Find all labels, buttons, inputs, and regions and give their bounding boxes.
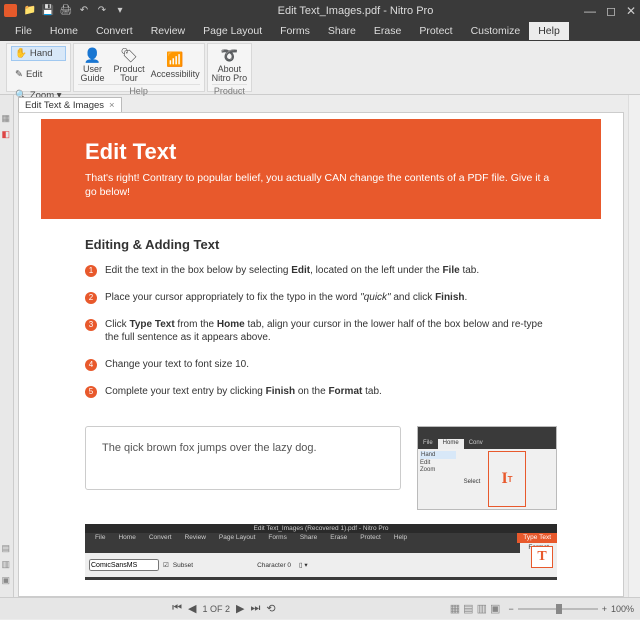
step-text: Complete your text entry by clicking Fin… <box>105 385 382 398</box>
app-icon <box>4 4 17 17</box>
about-button[interactable]: ➰About Nitro Pro <box>212 46 248 84</box>
hero-subtitle: That's right! Contrary to popular belief… <box>85 171 561 199</box>
step-number: 3 <box>85 319 97 331</box>
redo-icon[interactable]: ↷ <box>95 4 109 18</box>
next-page-button[interactable]: ▶ <box>236 602 244 615</box>
undo-icon[interactable]: ↶ <box>77 4 91 18</box>
instruction-step: 3 Click Type Text from the Home tab, alig… <box>85 318 557 344</box>
product-tour-icon: 🏷 <box>119 46 139 64</box>
editable-text-box[interactable]: The qick brown fox jumps over the lazy d… <box>85 426 401 490</box>
step-number: 5 <box>85 386 97 398</box>
font-select-thumb <box>89 559 159 571</box>
document-tab[interactable]: Edit Text & Images × <box>18 97 122 112</box>
zoom-controls: − + 100% <box>508 604 634 614</box>
product-tour-button[interactable]: 🏷Product Tour <box>114 46 145 84</box>
tab-review[interactable]: Review <box>142 22 194 40</box>
comments-panel-icon[interactable]: ▣ <box>2 575 12 585</box>
ribbon-tabs: File Home Convert Review Page Layout For… <box>0 21 640 41</box>
layers-panel-icon[interactable]: ▤ <box>2 543 12 553</box>
pages-panel-icon[interactable]: ▦ <box>2 113 12 123</box>
about-icon: ➰ <box>219 46 239 64</box>
step-text: Edit the text in the box below by select… <box>105 264 479 277</box>
tab-page-layout[interactable]: Page Layout <box>194 22 271 40</box>
page-navigation: ⏮ ◀ 1 OF 2 ▶ ⏭ ⟲ <box>6 602 442 615</box>
tab-customize[interactable]: Customize <box>462 22 530 40</box>
hero-banner: Edit Text That's right! Contrary to popu… <box>41 119 601 219</box>
qat-more-icon[interactable]: ▾ <box>113 4 127 18</box>
zoom-in-button[interactable]: + <box>602 604 607 614</box>
zoom-slider[interactable] <box>518 608 598 610</box>
tab-home[interactable]: Home <box>41 22 87 40</box>
hand-tool[interactable]: ✋ Hand <box>11 46 66 61</box>
accessibility-icon: 📶 <box>165 51 185 69</box>
user-guide-button[interactable]: 👤User Guide <box>78 46 108 84</box>
edit-tool[interactable]: ✎ Edit <box>11 67 66 82</box>
quick-access-toolbar: 📁 💾 🖨 ↶ ↷ ▾ <box>23 4 127 18</box>
section-title: Editing & Adding Text <box>85 237 557 252</box>
status-bar: ⏮ ◀ 1 OF 2 ▶ ⏭ ⟲ ▦ ▤ ▥ ▣ − + 100% <box>0 597 640 619</box>
step-text: Change your text to font size 10. <box>105 358 249 371</box>
step-number: 1 <box>85 265 97 277</box>
workspace: ▦ ◧ ▤ ▥ ▣ Edit Text & Images × Edit Text… <box>0 95 640 597</box>
document-area[interactable]: Edit Text That's right! Contrary to popu… <box>18 112 624 597</box>
step-number: 2 <box>85 292 97 304</box>
tab-protect[interactable]: Protect <box>410 22 461 40</box>
ribbon: ✋ Hand ✎ Edit 🔍 Zoom ▾ 👤User Guide 🏷Prod… <box>0 41 640 95</box>
document-tab-label: Edit Text & Images <box>25 100 104 111</box>
tab-share[interactable]: Share <box>319 22 365 40</box>
tab-convert[interactable]: Convert <box>87 22 142 40</box>
window-title: Edit Text_Images.pdf - Nitro Pro <box>127 5 584 17</box>
attachments-panel-icon[interactable]: ▥ <box>2 559 12 569</box>
titlebar: 📁 💾 🖨 ↶ ↷ ▾ Edit Text_Images.pdf - Nitro… <box>0 0 640 21</box>
close-button[interactable]: ✕ <box>626 4 636 18</box>
user-guide-icon: 👤 <box>83 46 103 64</box>
instruction-step: 5 Complete your text entry by clicking Fi… <box>85 385 557 398</box>
step-text: Place your cursor appropriately to fix t… <box>105 291 467 304</box>
open-icon[interactable]: 📁 <box>23 4 37 18</box>
minimize-button[interactable]: — <box>584 4 596 18</box>
ribbon-screenshot-thumbnail: FileHomeConv Hand Edit Zoom Select IT <box>417 426 557 510</box>
step-number: 4 <box>85 359 97 371</box>
instruction-step: 2 Place your cursor appropriately to fix … <box>85 291 557 304</box>
zoom-out-button[interactable]: − <box>508 604 513 614</box>
bookmarks-panel-icon[interactable]: ◧ <box>2 129 12 139</box>
tab-help[interactable]: Help <box>529 22 569 40</box>
prev-view-button[interactable]: ⟲ <box>266 602 275 615</box>
tab-file[interactable]: File <box>6 22 41 40</box>
hero-title: Edit Text <box>85 139 561 165</box>
tab-forms[interactable]: Forms <box>271 22 319 40</box>
page-indicator: 1 OF 2 <box>202 604 230 614</box>
last-page-button[interactable]: ⏭ <box>250 602 260 615</box>
tab-erase[interactable]: Erase <box>365 22 410 40</box>
prev-page-button[interactable]: ◀ <box>188 602 196 615</box>
print-icon[interactable]: 🖨 <box>59 4 73 18</box>
format-ribbon-screenshot: Edit Text_Images (Recovered 1).pdf - Nit… <box>85 524 557 580</box>
step-text: Click Type Text from the Home tab, align… <box>105 318 557 344</box>
save-icon[interactable]: 💾 <box>41 4 55 18</box>
zoom-level: 100% <box>611 604 634 614</box>
vertical-scrollbar[interactable] <box>628 95 640 597</box>
document-tab-close[interactable]: × <box>109 100 115 111</box>
accessibility-button[interactable]: 📶Accessibility <box>151 46 200 84</box>
instruction-step: 1 Edit the text in the box below by selec… <box>85 264 557 277</box>
page: Edit Text That's right! Contrary to popu… <box>41 119 601 596</box>
maximize-button[interactable]: ◻ <box>606 4 616 18</box>
instruction-step: 4 Change your text to font size 10. <box>85 358 557 371</box>
left-sidebar: ▦ ◧ ▤ ▥ ▣ <box>0 95 14 597</box>
view-mode-buttons[interactable]: ▦ ▤ ▥ ▣ <box>450 602 501 615</box>
first-page-button[interactable]: ⏮ <box>172 602 182 615</box>
